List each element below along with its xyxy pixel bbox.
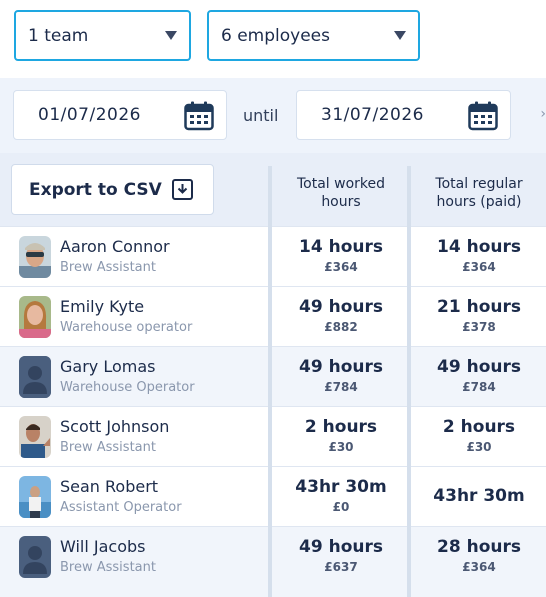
column-divider [407,166,411,597]
employee-role: Assistant Operator [60,500,182,515]
user-silhouette-icon [19,356,51,398]
regular-cell: 28 hours £364 [414,537,544,574]
worked-pay: £30 [328,440,354,454]
employees-select-value: 6 employees [221,25,330,46]
filter-bar: 1 team 6 employees [0,0,546,78]
table-row[interactable]: Aaron Connor Brew Assistant 14 hours £36… [0,226,546,286]
regular-cell: 2 hours £30 [414,417,544,454]
start-date-field[interactable]: 01/07/2026 [13,90,227,140]
worked-pay: £364 [324,260,358,274]
worked-hours: 14 hours [299,237,383,257]
employee-role: Brew Assistant [60,560,156,575]
column-header-regular-label: Total regular hours (paid) [435,176,523,210]
export-csv-label: Export to CSV [29,179,162,200]
regular-hours: 14 hours [437,237,521,257]
table-row[interactable]: Emily Kyte Warehouse operator 49 hours £… [0,286,546,346]
worked-hours: 49 hours [299,297,383,317]
user-silhouette-icon [19,536,51,578]
avatar-photo-icon [19,236,51,278]
employee-name: Emily Kyte [60,297,145,316]
worked-pay: £882 [324,320,358,334]
avatar-photo-icon [19,296,51,338]
download-icon [171,179,193,200]
start-date-value: 01/07/2026 [38,105,141,125]
chevron-down-icon [165,31,177,40]
arrow-right-icon: › [540,106,546,122]
regular-hours: 21 hours [437,297,521,317]
employee-name: Gary Lomas [60,357,156,376]
avatar-photo-icon [19,476,51,518]
table-row[interactable]: Will Jacobs Brew Assistant 49 hours £637… [0,526,546,597]
avatar [19,296,51,338]
employee-role: Brew Assistant [60,440,156,455]
worked-hours: 43hr 30m [295,477,387,497]
employee-name: Aaron Connor [60,237,170,256]
regular-hours: 43hr 30m [433,486,525,506]
until-label: until [243,106,279,125]
column-header-regular: Total regular hours (paid) [414,175,544,211]
avatar-photo-icon [19,416,51,458]
employee-role: Warehouse Operator [60,380,195,395]
avatar [19,356,51,398]
regular-hours: 28 hours [437,537,521,557]
worked-pay: £637 [324,560,358,574]
end-date-field[interactable]: 31/07/2026 [296,90,511,140]
worked-hours: 49 hours [299,357,383,377]
employee-name: Will Jacobs [60,537,146,556]
regular-pay: £378 [462,320,496,334]
employees-select[interactable]: 6 employees [207,10,420,61]
column-header-worked-label: Total worked hours [296,176,386,210]
worked-cell: 14 hours £364 [276,237,406,274]
team-select[interactable]: 1 team [14,10,191,61]
table-header: Export to CSV Total worked hours Total r… [0,153,546,226]
regular-cell: 14 hours £364 [414,237,544,274]
export-csv-button[interactable]: Export to CSV [11,164,214,215]
regular-hours: 49 hours [437,357,521,377]
worked-hours: 49 hours [299,537,383,557]
table-row[interactable]: Scott Johnson Brew Assistant 2 hours £30… [0,406,546,466]
regular-pay: £364 [462,560,496,574]
worked-cell: 43hr 30m £0 [276,477,406,514]
calendar-icon[interactable] [184,101,214,131]
avatar [19,416,51,458]
worked-cell: 2 hours £30 [276,417,406,454]
worked-pay: £0 [332,500,350,514]
end-date-value: 31/07/2026 [321,105,424,125]
employee-name: Sean Robert [60,477,159,496]
worked-cell: 49 hours £637 [276,537,406,574]
column-divider [268,166,272,597]
regular-pay: £30 [466,440,492,454]
calendar-icon[interactable] [468,101,498,131]
table-row[interactable]: Gary Lomas Warehouse Operator 49 hours £… [0,346,546,406]
employee-role: Brew Assistant [60,260,156,275]
avatar [19,476,51,518]
regular-pay: £784 [462,380,496,394]
regular-cell: 43hr 30m [414,486,544,506]
worked-pay: £784 [324,380,358,394]
avatar [19,536,51,578]
regular-cell: 49 hours £784 [414,357,544,394]
team-select-value: 1 team [28,25,89,46]
regular-hours: 2 hours [442,417,516,437]
table-row[interactable]: Sean Robert Assistant Operator 43hr 30m … [0,466,546,526]
regular-cell: 21 hours £378 [414,297,544,334]
avatar [19,236,51,278]
worked-hours: 2 hours [304,417,378,437]
worked-cell: 49 hours £784 [276,357,406,394]
employee-role: Warehouse operator [60,320,193,335]
chevron-down-icon [394,31,406,40]
date-range-bar: 01/07/2026 until 31/07/2026 › [0,78,546,153]
worked-cell: 49 hours £882 [276,297,406,334]
regular-pay: £364 [462,260,496,274]
employee-name: Scott Johnson [60,417,170,436]
column-header-worked: Total worked hours [276,175,406,211]
